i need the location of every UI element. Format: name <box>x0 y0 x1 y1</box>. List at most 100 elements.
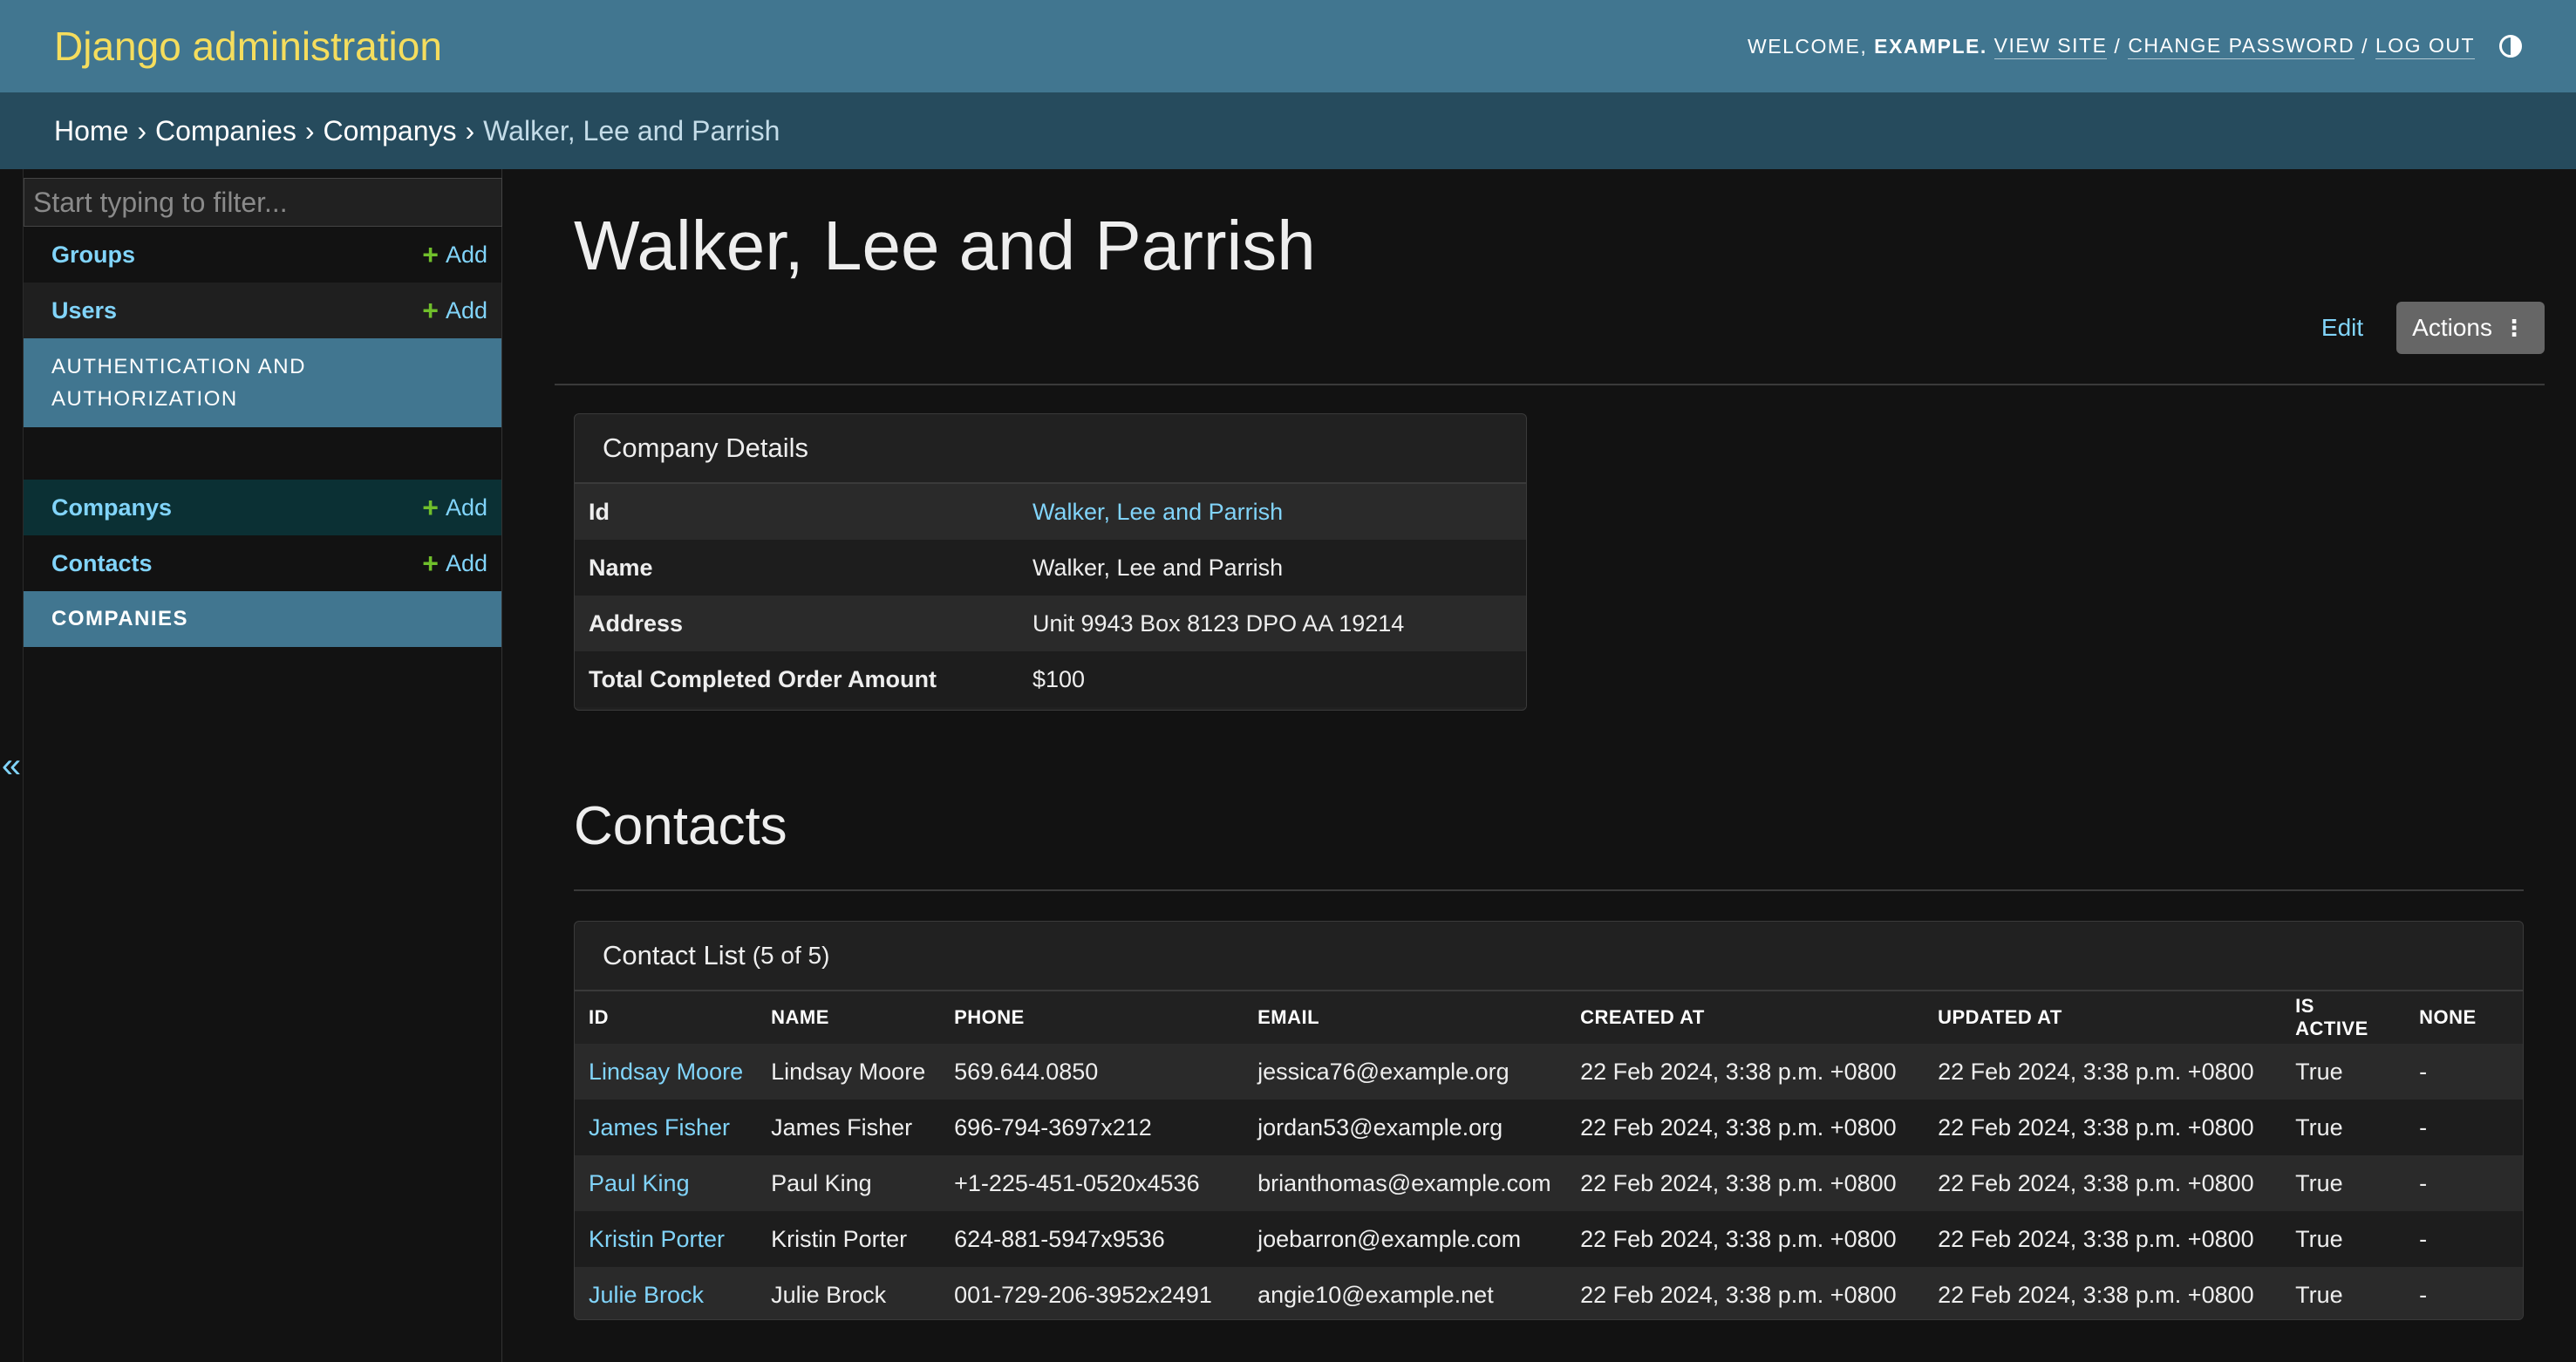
view-site-link[interactable]: VIEW SITE <box>1993 34 2108 59</box>
column-header: IS ACTIVE <box>2295 995 2368 1039</box>
column-header: NAME <box>771 1006 829 1028</box>
table-cell: Lindsay Moore <box>757 1044 941 1100</box>
table-cell: Julie Brock <box>757 1267 941 1319</box>
change-password-link[interactable]: CHANGE PASSWORD <box>2128 34 2355 59</box>
table-cell: 22 Feb 2024, 3:38 p.m. +0800 <box>1924 1155 2282 1211</box>
sidebar-item-companys: Companys + Add <box>24 480 501 535</box>
detail-row: Name Walker, Lee and Parrish <box>575 540 1526 596</box>
panel-title: Company Details <box>575 414 1526 484</box>
nav-filter-input[interactable] <box>24 178 502 227</box>
table-cell: joebarron@example.com <box>1244 1211 1567 1267</box>
add-users-button[interactable]: + Add <box>422 296 487 324</box>
detail-row: Id Walker, Lee and Parrish <box>575 484 1526 540</box>
breadcrumb: Home › Companies › Companys › Walker, Le… <box>0 92 2576 169</box>
detail-value-link[interactable]: Walker, Lee and Parrish <box>1032 499 1526 526</box>
detail-label: Id <box>589 498 610 525</box>
column-header: PHONE <box>954 1006 1025 1028</box>
table-cell: 001-729-206-3952x2491 <box>940 1267 1244 1319</box>
table-cell: 22 Feb 2024, 3:38 p.m. +0800 <box>1924 1100 2282 1155</box>
breadcrumb-app[interactable]: Companies <box>155 115 296 147</box>
main-content: Walker, Lee and Parrish Edit Actions ⋮ C… <box>555 169 2545 1362</box>
panel-title: Contact List <box>603 940 746 970</box>
table-cell: Paul King <box>757 1155 941 1211</box>
table-cell: - <box>2405 1155 2523 1211</box>
plus-icon: + <box>422 295 439 326</box>
app-caption-companies-label: COMPANIES <box>51 607 189 630</box>
plus-icon: + <box>422 492 439 523</box>
table-cell: 569.644.0850 <box>940 1044 1244 1100</box>
table-cell: jordan53@example.org <box>1244 1100 1567 1155</box>
contact-id-link[interactable]: Lindsay Moore <box>575 1044 758 1100</box>
contact-id-link[interactable]: James Fisher <box>575 1100 758 1155</box>
username: EXAMPLE. <box>1874 34 1987 58</box>
contact-table: ID NAME PHONE EMAIL CREATED AT UPDATED A… <box>575 991 2523 1319</box>
object-tools: Edit Actions ⋮ <box>2321 302 2545 354</box>
detail-label: Total Completed Order Amount <box>589 665 937 692</box>
detail-value: Unit 9943 Box 8123 DPO AA 19214 <box>1032 609 1405 637</box>
sidebar-item-contacts: Contacts + Add <box>24 535 501 591</box>
add-groups-button[interactable]: + Add <box>422 241 487 269</box>
breadcrumb-model[interactable]: Companys <box>324 115 457 147</box>
add-label: Add <box>445 296 487 323</box>
table-row: Julie Brock Julie Brock 001-729-206-3952… <box>575 1267 2523 1319</box>
contact-id-link[interactable]: Julie Brock <box>575 1267 758 1319</box>
site-header: Django administration WELCOME, EXAMPLE. … <box>0 0 2576 92</box>
app-caption-auth[interactable]: AUTHENTICATION AND AUTHORIZATION <box>24 338 501 427</box>
theme-toggle-icon[interactable] <box>2499 35 2522 58</box>
sidebar-item-groups: Groups + Add <box>24 227 501 283</box>
divider <box>555 384 2545 385</box>
separator: / <box>2361 34 2368 58</box>
table-cell: Kristin Porter <box>757 1211 941 1267</box>
breadcrumb-home[interactable]: Home <box>54 115 128 147</box>
table-cell: True <box>2281 1044 2406 1100</box>
nav-sidebar: Groups + Add Users + Add AUTHENTICATION … <box>24 169 502 1362</box>
collapse-sidebar-button[interactable]: « <box>0 169 24 1362</box>
app-caption-companies[interactable]: COMPANIES <box>24 591 501 647</box>
model-link-users[interactable]: Users <box>51 297 117 324</box>
table-cell: True <box>2281 1211 2406 1267</box>
detail-row: Total Completed Order Amount $100 <box>575 651 1526 707</box>
vertical-dots-icon: ⋮ <box>2503 314 2525 341</box>
breadcrumb-separator: › <box>465 114 475 146</box>
detail-label: Name <box>589 554 653 581</box>
app-companies: Companys + Add Contacts + Add COMPANIES <box>24 480 501 647</box>
detail-value: Walker, Lee and Parrish <box>1032 554 1284 581</box>
user-tools: WELCOME, EXAMPLE. VIEW SITE / CHANGE PAS… <box>1748 34 2522 59</box>
table-cell: 22 Feb 2024, 3:38 p.m. +0800 <box>1566 1211 1925 1267</box>
column-header: NONE <box>2419 1006 2477 1028</box>
log-out-link[interactable]: LOG OUT <box>2375 34 2475 59</box>
table-cell: - <box>2405 1211 2523 1267</box>
section-title: Contacts <box>574 796 787 856</box>
actions-button[interactable]: Actions ⋮ <box>2396 302 2545 354</box>
model-link-groups[interactable]: Groups <box>51 242 135 269</box>
table-cell: - <box>2405 1267 2523 1319</box>
add-companys-button[interactable]: + Add <box>422 494 487 521</box>
table-cell: 22 Feb 2024, 3:38 p.m. +0800 <box>1566 1044 1925 1100</box>
table-row: Paul King Paul King +1-225-451-0520x4536… <box>575 1155 2523 1211</box>
column-header: UPDATED AT <box>1938 1006 2062 1028</box>
double-chevron-left-icon: « <box>1 746 22 785</box>
sidebar-item-users: Users + Add <box>24 283 501 338</box>
table-row: Lindsay Moore Lindsay Moore 569.644.0850… <box>575 1044 2523 1100</box>
site-branding[interactable]: Django administration <box>54 23 442 70</box>
breadcrumb-current: Walker, Lee and Parrish <box>483 114 780 146</box>
breadcrumb-separator: › <box>137 114 147 146</box>
welcome-text: WELCOME, <box>1748 34 1868 58</box>
contact-id-link[interactable]: Kristin Porter <box>575 1211 758 1267</box>
table-cell: True <box>2281 1100 2406 1155</box>
model-link-contacts[interactable]: Contacts <box>51 550 153 577</box>
edit-link[interactable]: Edit <box>2321 314 2363 342</box>
table-cell: 22 Feb 2024, 3:38 p.m. +0800 <box>1566 1100 1925 1155</box>
detail-row: Address Unit 9943 Box 8123 DPO AA 19214 <box>575 596 1526 651</box>
column-header: CREATED AT <box>1580 1006 1705 1028</box>
add-label: Add <box>445 549 487 576</box>
table-cell: 624-881-5947x9536 <box>940 1211 1244 1267</box>
table-cell: angie10@example.net <box>1244 1267 1567 1319</box>
table-header-row: ID NAME PHONE EMAIL CREATED AT UPDATED A… <box>575 991 2523 1044</box>
add-contacts-button[interactable]: + Add <box>422 549 487 577</box>
contact-id-link[interactable]: Paul King <box>575 1155 758 1211</box>
table-cell: brianthomas@example.com <box>1244 1155 1567 1211</box>
model-link-companys[interactable]: Companys <box>51 494 172 521</box>
table-cell: 22 Feb 2024, 3:38 p.m. +0800 <box>1566 1267 1925 1319</box>
table-cell: - <box>2405 1100 2523 1155</box>
